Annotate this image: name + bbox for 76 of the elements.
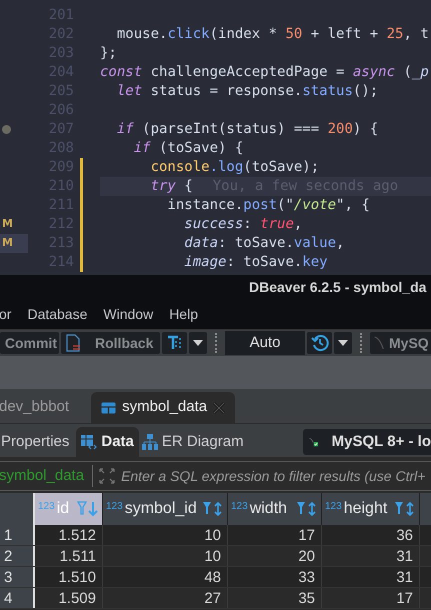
toolbar-separator bbox=[360, 333, 362, 353]
header-corner[interactable] bbox=[0, 493, 35, 525]
menu-item[interactable]: Help bbox=[169, 304, 198, 325]
type-label: 123 bbox=[325, 500, 342, 514]
table-cell: 1.511 bbox=[35, 546, 103, 566]
row-number: 4 bbox=[0, 588, 35, 608]
history-icon bbox=[310, 334, 328, 352]
table-cell: 27 bbox=[103, 588, 228, 608]
sort-icon[interactable] bbox=[394, 501, 416, 517]
commit-button[interactable]: Commit bbox=[0, 332, 59, 354]
type-label: 123 bbox=[231, 500, 248, 514]
menu-item[interactable]: Database bbox=[27, 304, 88, 325]
view-tab[interactable]: Data bbox=[76, 427, 139, 457]
view-tab[interactable]: Properties bbox=[0, 427, 76, 457]
filter-input[interactable]: Enter a SQL expression to filter results (use Ctrl+ bbox=[121, 466, 431, 486]
editor-tab[interactable]: dev_bbbot bbox=[0, 392, 90, 423]
window-title: DBeaver 6.2.5 - symbol_da bbox=[249, 278, 426, 297]
table-cell: 10 bbox=[103, 525, 228, 545]
type-label: 123 bbox=[38, 500, 55, 514]
table-cell: 31 bbox=[322, 546, 420, 566]
code-line: let status = response.status(); bbox=[116, 82, 378, 101]
view-tab[interactable]: ER Diagram bbox=[138, 427, 247, 457]
column-label: id bbox=[56, 499, 70, 519]
code-line: if (parseInt(status) === 200) { bbox=[116, 120, 378, 139]
connection-selector[interactable]: MySQ bbox=[370, 332, 431, 354]
table-cell: 48 bbox=[103, 567, 228, 587]
code-line: const challengeAcceptedPage = async (_p bbox=[100, 63, 429, 82]
transaction-mode-field[interactable]: Auto bbox=[225, 331, 305, 355]
code-line: console.log(toSave); bbox=[150, 158, 320, 177]
format-button[interactable] bbox=[162, 332, 187, 354]
table-cell: 1.509 bbox=[35, 588, 103, 608]
table-cell: 31 bbox=[322, 567, 420, 587]
row-number: 3 bbox=[0, 567, 35, 587]
column-label: symbol_id bbox=[124, 499, 198, 519]
table-cell: 17 bbox=[322, 588, 420, 608]
column-label: height bbox=[344, 499, 388, 519]
code-line: instance.post("/vote", { bbox=[166, 196, 370, 215]
table-cell: 33 bbox=[228, 567, 322, 587]
menu-item[interactable]: Window bbox=[103, 304, 154, 325]
row-number: 1 bbox=[0, 525, 35, 545]
caret-icon bbox=[338, 340, 348, 346]
dropdown-button[interactable] bbox=[189, 332, 207, 354]
document-icon bbox=[65, 334, 81, 352]
rollback-button[interactable]: Rollback bbox=[61, 332, 160, 354]
expand-icon[interactable] bbox=[99, 468, 116, 484]
caret-icon bbox=[193, 340, 203, 346]
code-line: if (toSave) { bbox=[132, 139, 244, 158]
code-line: mouse.click(index * 50 + left + 25, t bbox=[116, 25, 429, 44]
code-line: image: toSave.key bbox=[183, 253, 328, 272]
toolbar-separator bbox=[215, 333, 217, 353]
table-cell: 1.512 bbox=[35, 525, 103, 545]
git-status-badge[interactable]: M bbox=[0, 234, 28, 253]
row-number: 2 bbox=[0, 546, 35, 566]
sort-icon[interactable] bbox=[296, 501, 318, 517]
table-cell: 1.510 bbox=[35, 567, 103, 587]
dropdown-button[interactable] bbox=[334, 332, 352, 354]
code-line: data: toSave.value, bbox=[183, 234, 344, 253]
table-cell: 35 bbox=[228, 588, 322, 608]
text-format-icon bbox=[166, 335, 182, 351]
connection-selector[interactable]: MySQL 8+ - lo bbox=[303, 429, 431, 455]
table-cell: 36 bbox=[322, 525, 420, 545]
sort-icon[interactable] bbox=[202, 501, 224, 517]
table-cell: 17 bbox=[228, 525, 322, 545]
code-line: try { bbox=[150, 177, 193, 196]
table-cell: 10 bbox=[103, 546, 228, 566]
column-label: width bbox=[250, 499, 288, 519]
close-icon[interactable] bbox=[213, 402, 226, 414]
table-cell: 20 bbox=[228, 546, 322, 566]
hierarchy-icon bbox=[142, 434, 158, 450]
code-line: }; bbox=[100, 44, 117, 63]
table-icon bbox=[101, 402, 116, 414]
code-line: success: true, bbox=[183, 215, 302, 234]
type-label: 123 bbox=[106, 500, 123, 514]
editor-tab[interactable]: symbol_data bbox=[91, 392, 236, 423]
grid-icon bbox=[81, 434, 98, 450]
history-button[interactable] bbox=[307, 332, 332, 354]
